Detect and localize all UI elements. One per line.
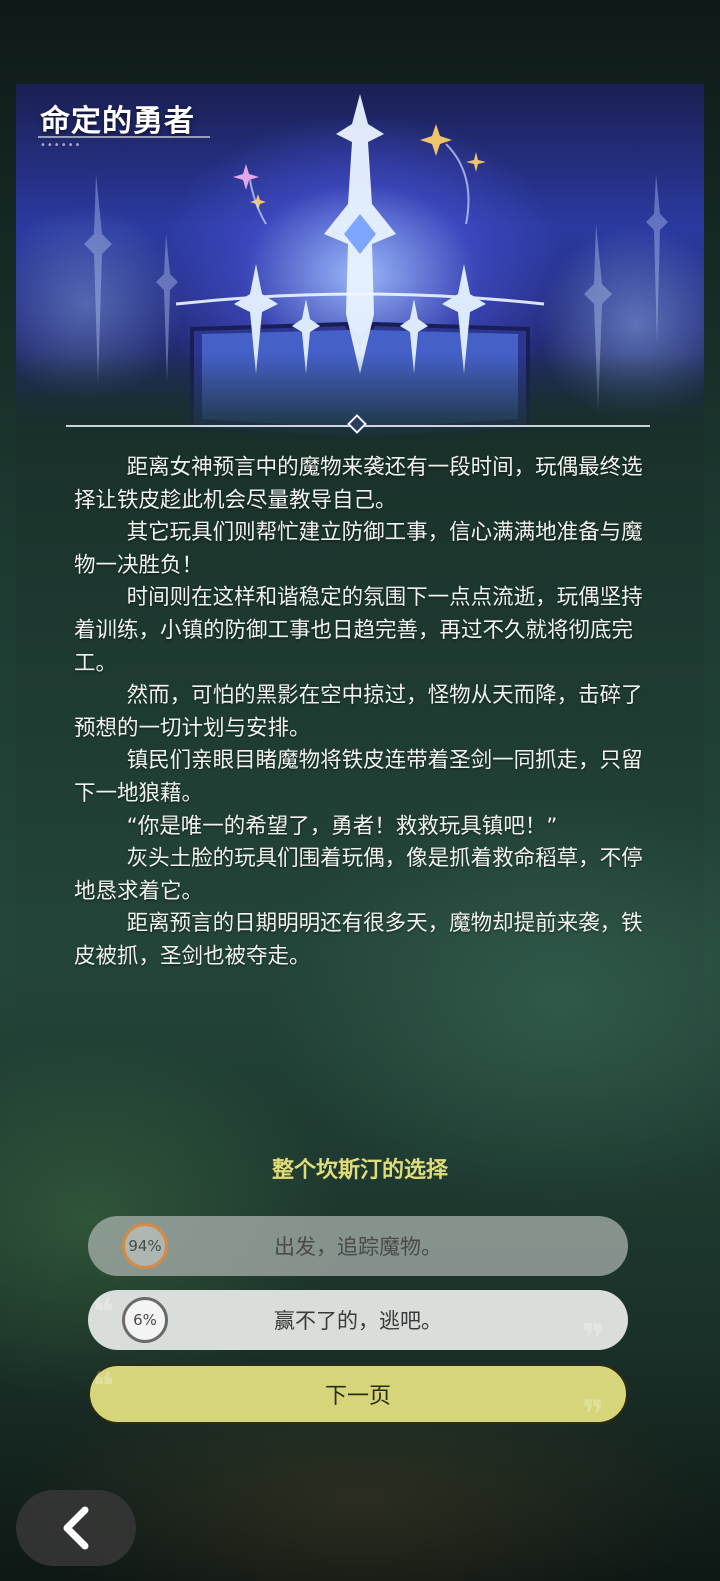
next-page-button[interactable]: 下一页 bbox=[88, 1364, 628, 1424]
story-paragraph: 灰头土脸的玩具们围着玩偶，像是抓着救命稻草，不停地恳求着它。 bbox=[74, 846, 643, 904]
quote-open-icon: ❝ bbox=[92, 1364, 115, 1408]
chevron-left-icon bbox=[63, 1506, 89, 1550]
choice-label: 出发，追踪魔物。 bbox=[274, 1235, 442, 1259]
story-paragraph: 距离女神预言中的魔物来袭还有一段时间，玩偶最终选择让铁皮趁此机会尽量教导自己。 bbox=[74, 455, 643, 513]
next-page-label: 下一页 bbox=[324, 1384, 391, 1409]
story-paragraph: 其它玩具们则帮忙建立防御工事，信心满满地准备与魔物一决胜负！ bbox=[74, 520, 643, 578]
choice-label: 赢不了的，逃吧。 bbox=[274, 1309, 442, 1333]
story-paragraph: 然而，可怕的黑影在空中掠过，怪物从天而降，击碎了预想的一切计划与安排。 bbox=[74, 683, 643, 741]
event-title: 命定的勇者 bbox=[40, 104, 195, 139]
back-button[interactable] bbox=[16, 1490, 136, 1566]
story-paragraph: 距离预言的日期明明还有很多天，魔物却提前来袭，铁皮被抓，圣剑也被夺走。 bbox=[74, 911, 643, 969]
choice-option-flee[interactable]: 6% 赢不了的，逃吧。 bbox=[88, 1290, 628, 1350]
title-underline bbox=[38, 136, 210, 138]
quote-close-icon: ❞ bbox=[582, 1392, 605, 1436]
quote-close-icon: ❞ bbox=[582, 1316, 605, 1360]
story-paragraph: 镇民们亲眼目睹魔物将铁皮连带着圣剑一同抓走，只留下一地狼藉。 bbox=[74, 748, 643, 806]
story-paragraph: “你是唯一的希望了，勇者！救救玩具镇吧！” bbox=[126, 813, 558, 839]
story-text: 距离女神预言中的魔物来袭还有一段时间，玩偶最终选择让铁皮趁此机会尽量教导自己。 … bbox=[74, 452, 646, 974]
choice-heading: 整个坎斯汀的选择 bbox=[271, 1158, 448, 1183]
quote-open-icon: ❝ bbox=[92, 1290, 115, 1334]
title-decoration: •••••• bbox=[40, 140, 82, 151]
choice-option-pursue[interactable]: 94% 出发，追踪魔物。 bbox=[88, 1216, 628, 1276]
story-paragraph: 时间则在这样和谐稳定的氛围下一点点流逝，玩偶坚持着训练，小镇的防御工事也日趋完善… bbox=[74, 585, 643, 676]
